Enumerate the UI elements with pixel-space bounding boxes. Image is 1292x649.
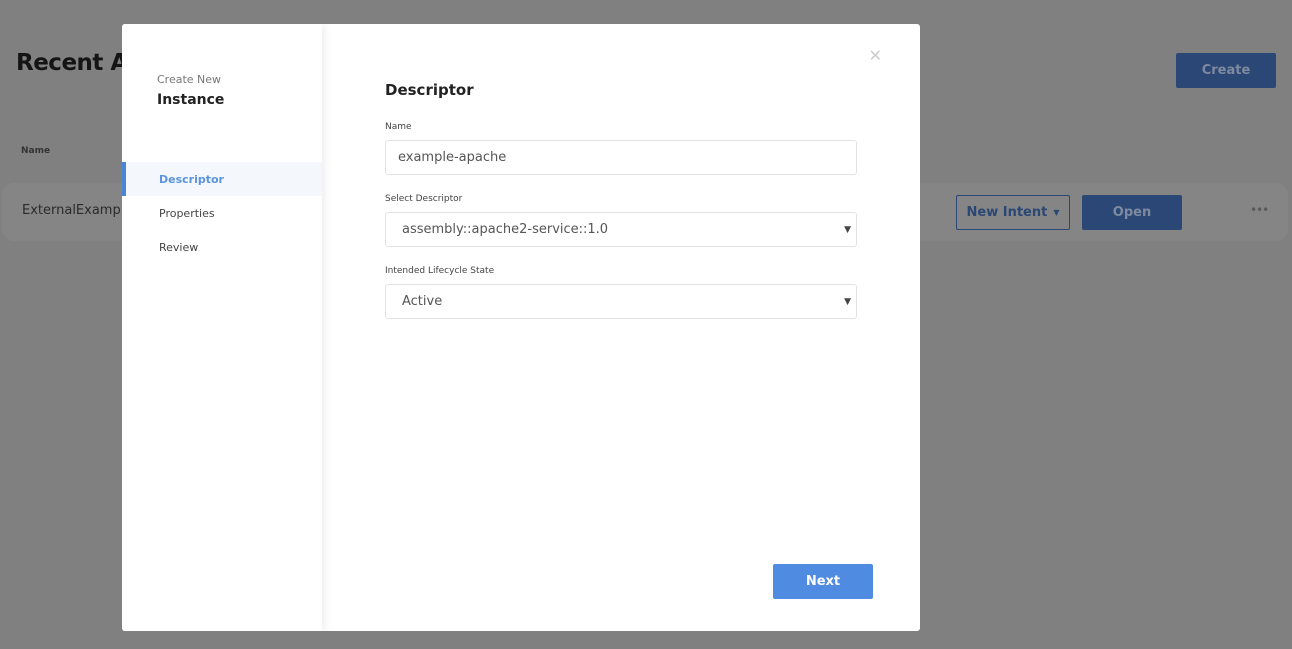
caret-down-icon: ▼ [844,296,851,307]
modal-sidebar: Create New Instance Descriptor Propertie… [122,24,322,631]
create-instance-modal: Create New Instance Descriptor Propertie… [122,24,920,631]
new-intent-button[interactable]: New Intent ▼ [956,195,1070,230]
step-review[interactable]: Review [122,230,322,264]
caret-down-icon: ▼ [1053,208,1060,217]
lifecycle-value: Active [402,294,443,309]
descriptor-value: assembly::apache2-service::1.0 [402,222,609,237]
more-horizontal-icon[interactable]: ••• [1250,203,1269,217]
step-nav: Descriptor Properties Review [122,162,322,264]
name-input[interactable]: example-apache [385,140,857,175]
name-value: example-apache [398,150,507,165]
descriptor-label: Select Descriptor [385,194,463,204]
modal-content: ✕ Descriptor Name example-apache Select … [385,24,920,631]
modal-subtitle: Create New [157,73,222,86]
lifecycle-label: Intended Lifecycle State [385,266,495,276]
section-heading: Descriptor [385,81,474,99]
close-icon[interactable]: ✕ [869,46,882,65]
step-properties[interactable]: Properties [122,196,322,230]
step-descriptor[interactable]: Descriptor [122,162,322,196]
new-intent-label: New Intent [966,205,1048,220]
lifecycle-select[interactable]: Active ▼ [385,284,857,319]
descriptor-select[interactable]: assembly::apache2-service::1.0 ▼ [385,212,857,247]
next-button[interactable]: Next [773,564,873,599]
page-title: Recent Assemblies [16,50,126,76]
modal-title: Instance [157,92,225,108]
open-button[interactable]: Open [1082,195,1182,230]
row-name: ExternalExample [22,203,133,218]
create-button[interactable]: Create [1176,53,1276,88]
name-label: Name [385,122,412,132]
column-header-name: Name [21,146,51,156]
caret-down-icon: ▼ [844,224,851,235]
